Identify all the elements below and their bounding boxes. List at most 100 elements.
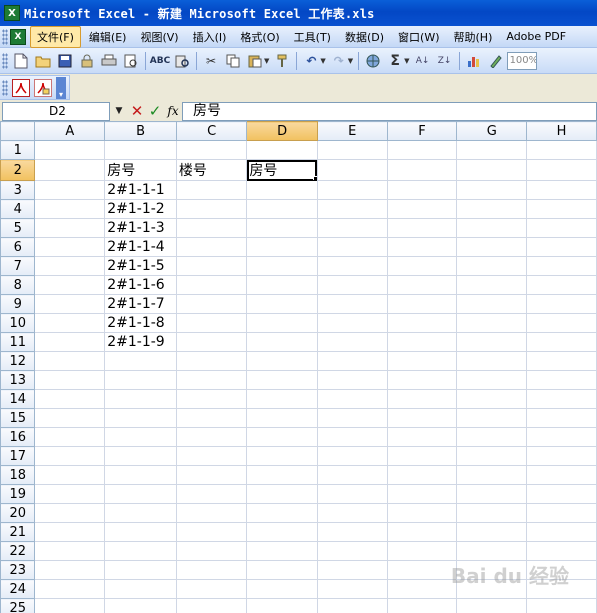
cell-b2[interactable]: 房号 bbox=[104, 159, 177, 181]
cell-f18[interactable] bbox=[386, 465, 458, 485]
cell-f17[interactable] bbox=[386, 446, 458, 466]
column-header-d[interactable]: D bbox=[246, 121, 318, 141]
cell-h10[interactable] bbox=[526, 313, 597, 333]
cell-c21[interactable] bbox=[175, 522, 248, 542]
cell-e25[interactable] bbox=[316, 598, 388, 613]
cell-a5[interactable] bbox=[34, 218, 106, 238]
row-header[interactable]: 25 bbox=[0, 598, 36, 613]
column-header-f[interactable]: F bbox=[386, 121, 458, 141]
cell-d4[interactable] bbox=[246, 199, 318, 219]
cell-a14[interactable] bbox=[34, 389, 106, 409]
menu-help[interactable]: 帮助(H) bbox=[448, 27, 499, 47]
cell-c12[interactable] bbox=[175, 351, 248, 371]
cell-b18[interactable] bbox=[104, 465, 177, 485]
cell-c22[interactable] bbox=[175, 541, 248, 561]
cell-c19[interactable] bbox=[175, 484, 248, 504]
sort-ascending-icon[interactable]: A↓ bbox=[413, 51, 433, 71]
cell-e4[interactable] bbox=[316, 199, 388, 219]
menu-format[interactable]: 格式(O) bbox=[234, 27, 285, 47]
cell-b20[interactable] bbox=[104, 503, 177, 523]
cell-e15[interactable] bbox=[316, 408, 388, 428]
cell-h2[interactable] bbox=[526, 159, 597, 181]
cell-f5[interactable] bbox=[386, 218, 458, 238]
cell-f16[interactable] bbox=[386, 427, 458, 447]
cell-b7[interactable]: 2#1-1-5 bbox=[104, 256, 177, 276]
menu-adobe-pdf[interactable]: Adobe PDF bbox=[500, 28, 572, 45]
cell-g12[interactable] bbox=[456, 351, 528, 371]
cell-f6[interactable] bbox=[386, 237, 458, 257]
cell-f10[interactable] bbox=[386, 313, 458, 333]
cell-a22[interactable] bbox=[34, 541, 106, 561]
row-header[interactable]: 19 bbox=[0, 484, 36, 504]
cell-a23[interactable] bbox=[34, 560, 106, 580]
row-header[interactable]: 23 bbox=[0, 560, 36, 580]
cell-c7[interactable] bbox=[175, 256, 248, 276]
cell-b12[interactable] bbox=[104, 351, 177, 371]
cell-f15[interactable] bbox=[386, 408, 458, 428]
cell-c24[interactable] bbox=[175, 579, 248, 599]
row-header[interactable]: 7 bbox=[0, 256, 36, 276]
cell-b1[interactable] bbox=[104, 140, 177, 160]
cell-g24[interactable] bbox=[456, 579, 528, 599]
cell-d23[interactable] bbox=[246, 560, 318, 580]
cell-g2[interactable] bbox=[456, 159, 528, 181]
row-header[interactable]: 10 bbox=[0, 313, 36, 333]
research-icon[interactable] bbox=[172, 51, 192, 71]
cell-c8[interactable] bbox=[175, 275, 248, 295]
paste-icon[interactable] bbox=[245, 51, 265, 71]
save-icon[interactable] bbox=[55, 51, 75, 71]
row-header[interactable]: 1 bbox=[0, 140, 36, 160]
cell-a2[interactable] bbox=[34, 159, 106, 181]
name-box[interactable]: D2 bbox=[2, 101, 110, 121]
cell-a3[interactable] bbox=[34, 180, 106, 200]
cell-d7[interactable] bbox=[246, 256, 318, 276]
cell-h22[interactable] bbox=[526, 541, 597, 561]
cell-d25[interactable] bbox=[246, 598, 318, 613]
cell-e12[interactable] bbox=[316, 351, 388, 371]
row-header[interactable]: 6 bbox=[0, 237, 36, 257]
cell-a10[interactable] bbox=[34, 313, 106, 333]
redo-dropdown-icon[interactable]: ▼ bbox=[348, 57, 353, 65]
cell-e6[interactable] bbox=[316, 237, 388, 257]
cell-f22[interactable] bbox=[386, 541, 458, 561]
cell-e10[interactable] bbox=[316, 313, 388, 333]
cell-b13[interactable] bbox=[104, 370, 177, 390]
cell-a25[interactable] bbox=[34, 598, 106, 613]
row-header[interactable]: 8 bbox=[0, 275, 36, 295]
format-painter-icon[interactable] bbox=[272, 51, 292, 71]
cell-d17[interactable] bbox=[246, 446, 318, 466]
formula-input[interactable]: 房号 bbox=[182, 101, 597, 121]
cell-a8[interactable] bbox=[34, 275, 106, 295]
cell-c11[interactable] bbox=[175, 332, 248, 352]
row-header[interactable]: 15 bbox=[0, 408, 36, 428]
cell-c23[interactable] bbox=[175, 560, 248, 580]
menu-data[interactable]: 数据(D) bbox=[339, 27, 390, 47]
cell-f12[interactable] bbox=[386, 351, 458, 371]
cell-g21[interactable] bbox=[456, 522, 528, 542]
cell-e7[interactable] bbox=[316, 256, 388, 276]
cell-f13[interactable] bbox=[386, 370, 458, 390]
row-header[interactable]: 13 bbox=[0, 370, 36, 390]
menu-tools[interactable]: 工具(T) bbox=[288, 27, 337, 47]
row-header[interactable]: 22 bbox=[0, 541, 36, 561]
cell-f14[interactable] bbox=[386, 389, 458, 409]
cell-c16[interactable] bbox=[175, 427, 248, 447]
hyperlink-icon[interactable] bbox=[363, 51, 383, 71]
paste-dropdown-icon[interactable]: ▼ bbox=[264, 57, 269, 65]
cell-d20[interactable] bbox=[246, 503, 318, 523]
zoom-select[interactable]: 100% bbox=[506, 51, 537, 70]
row-header[interactable]: 16 bbox=[0, 427, 36, 447]
cell-d13[interactable] bbox=[246, 370, 318, 390]
menu-window[interactable]: 窗口(W) bbox=[392, 27, 445, 47]
cell-e18[interactable] bbox=[316, 465, 388, 485]
menu-file[interactable]: 文件(F) bbox=[30, 25, 81, 48]
cell-c5[interactable] bbox=[175, 218, 248, 238]
cell-h11[interactable] bbox=[526, 332, 597, 352]
toolbar-grip-handle[interactable] bbox=[2, 52, 8, 69]
cell-g11[interactable] bbox=[456, 332, 528, 352]
chart-wizard-icon[interactable] bbox=[464, 51, 484, 71]
autosum-icon[interactable]: Σ bbox=[385, 51, 405, 71]
cell-h6[interactable] bbox=[526, 237, 597, 257]
cell-g17[interactable] bbox=[456, 446, 528, 466]
cell-g15[interactable] bbox=[456, 408, 528, 428]
